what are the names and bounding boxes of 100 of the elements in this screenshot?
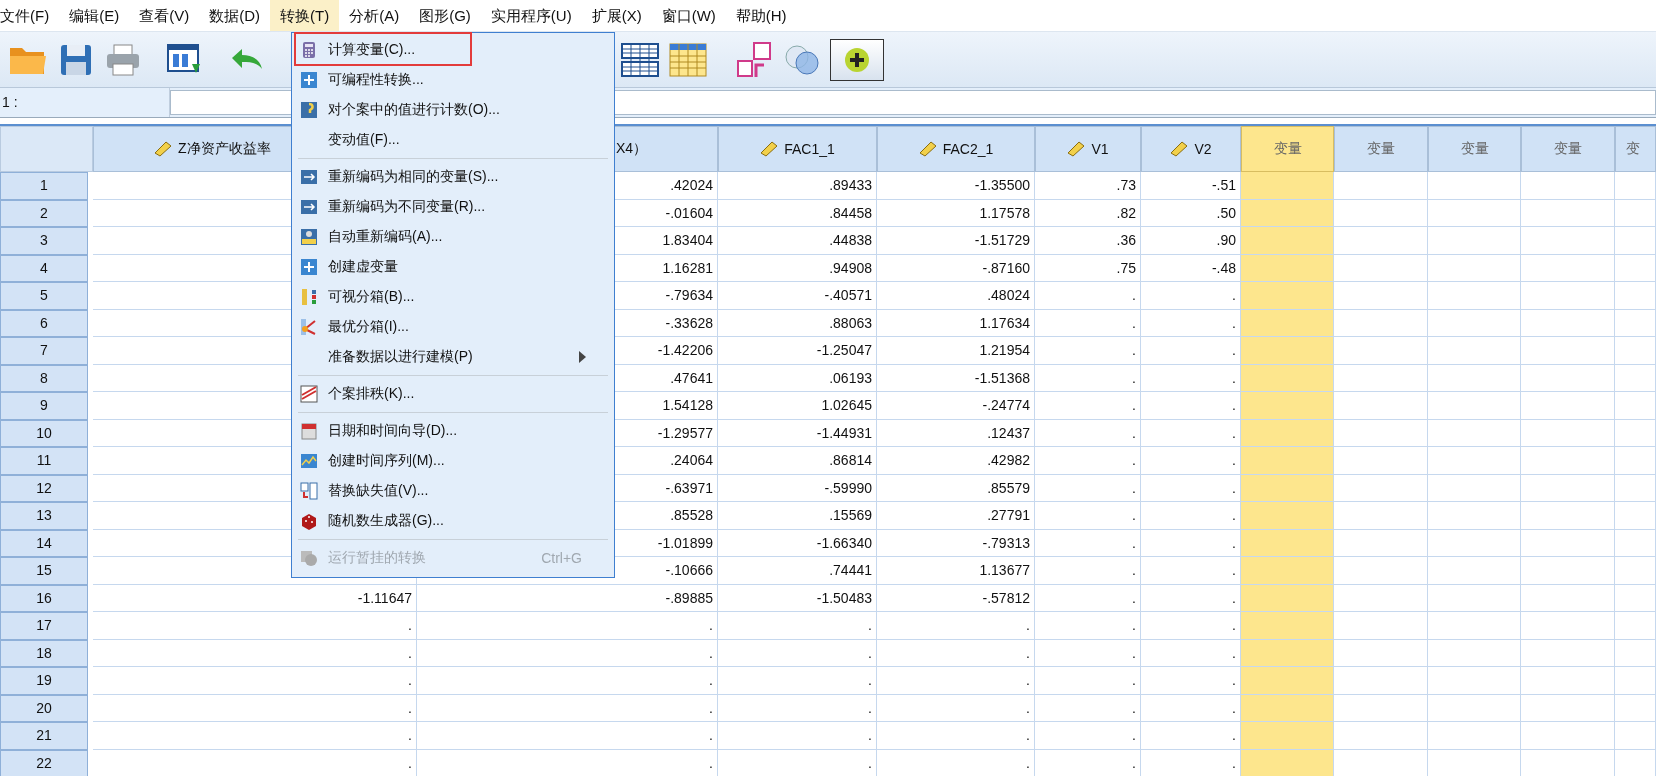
row-number[interactable]: 10 <box>0 419 88 447</box>
table-cell: .36 <box>1035 227 1141 255</box>
table-cell: .06193 <box>718 364 877 392</box>
table-cell: . <box>93 694 417 722</box>
row-number[interactable]: 14 <box>0 529 88 557</box>
table-cell: .94908 <box>718 254 877 282</box>
table-cell: . <box>1035 392 1141 420</box>
row-number[interactable]: 6 <box>0 309 88 337</box>
row-number[interactable]: 8 <box>0 364 88 392</box>
column-header[interactable]: V2 <box>1141 126 1241 172</box>
table-cell: . <box>877 722 1035 750</box>
row-number[interactable]: 2 <box>0 199 88 227</box>
row-number[interactable]: 7 <box>0 337 88 365</box>
menu-item[interactable]: 数据(D) <box>199 0 270 31</box>
table-cell: -.79313 <box>877 529 1035 557</box>
table-cell: . <box>93 667 417 695</box>
calculator-icon <box>300 41 318 59</box>
table-cell: -.57812 <box>877 584 1035 612</box>
table-cell: . <box>718 722 877 750</box>
column-name: V1 <box>1091 141 1109 157</box>
table-cell: -1.66340 <box>718 529 877 557</box>
table-cell: . <box>1035 282 1141 310</box>
table-cell: .12437 <box>877 419 1035 447</box>
value-labels-icon[interactable] <box>734 40 774 79</box>
table-cell: .85579 <box>877 474 1035 502</box>
menu-item[interactable]: 分析(A) <box>339 0 410 31</box>
menu-item[interactable]: 转换(T) <box>270 0 340 31</box>
table-cell: . <box>1035 639 1141 667</box>
table-cell: . <box>718 639 877 667</box>
table-cell: . <box>93 749 417 776</box>
menu-item[interactable]: 文件(F) <box>0 0 60 31</box>
column-name: 变量 <box>1554 140 1582 158</box>
menu-item[interactable]: 扩展(X) <box>581 0 652 31</box>
row-number[interactable]: 4 <box>0 254 88 282</box>
column-header[interactable]: 变量 <box>1241 126 1334 172</box>
row-number[interactable]: 22 <box>0 749 88 776</box>
column-header[interactable]: 变量 <box>1521 126 1615 172</box>
row-number[interactable]: 20 <box>0 694 88 722</box>
row-number[interactable]: 1 <box>0 172 88 200</box>
table-cell: . <box>93 722 417 750</box>
row-number[interactable]: 15 <box>0 557 88 585</box>
column-header[interactable]: 变量 <box>1428 126 1521 172</box>
menu-item[interactable]: 编辑(E) <box>59 0 130 31</box>
row-number[interactable]: 16 <box>0 584 88 612</box>
plus-icon <box>844 46 870 73</box>
column-name: 变量 <box>1367 140 1395 158</box>
menu-item[interactable]: 帮助(H) <box>725 0 797 31</box>
menu-item[interactable]: 计算变量(C)... <box>294 35 612 65</box>
branch-icon <box>300 318 318 336</box>
row-number[interactable]: 21 <box>0 722 88 750</box>
table-cell: . <box>1035 447 1141 475</box>
row-number[interactable]: 11 <box>0 447 88 475</box>
row-number[interactable]: 9 <box>0 392 88 420</box>
table-cell: .42982 <box>877 447 1035 475</box>
table-cell: . <box>93 612 417 640</box>
table-cell: .44838 <box>718 227 877 255</box>
table-cell: . <box>1035 419 1141 447</box>
table-cell: . <box>1035 474 1141 502</box>
column-header[interactable]: 变 <box>1615 126 1656 172</box>
table-cell: .89433 <box>718 172 877 200</box>
column-name: FAC1_1 <box>784 141 835 157</box>
row-number[interactable]: 18 <box>0 639 88 667</box>
table-cell: . <box>877 612 1035 640</box>
table-cell: . <box>718 694 877 722</box>
menu-item[interactable]: 窗口(W) <box>651 0 726 31</box>
column-header[interactable]: FAC1_1 <box>718 126 877 172</box>
row-number[interactable]: 17 <box>0 612 88 640</box>
table-cell: . <box>417 612 718 640</box>
menu-item[interactable]: 可编程性转换... <box>294 65 612 95</box>
column-header[interactable]: V1 <box>1035 126 1141 172</box>
column-header[interactable]: 变量 <box>1334 126 1428 172</box>
row-number[interactable]: 13 <box>0 502 88 530</box>
menu-item[interactable]: 对个案中的值进行计数(O)... <box>294 95 612 125</box>
grid-icon[interactable] <box>620 41 660 78</box>
table-cell: 1.13677 <box>877 557 1035 585</box>
row-number[interactable]: 5 <box>0 282 88 310</box>
table-cell: . <box>877 749 1035 776</box>
table-cell: . <box>1035 529 1141 557</box>
plus-icon <box>300 71 318 89</box>
insert-button[interactable] <box>830 38 884 81</box>
column-name: FAC2_1 <box>942 141 994 157</box>
row-number[interactable]: 12 <box>0 474 88 502</box>
table-cell: . <box>1035 337 1141 365</box>
menu-item[interactable]: 图形(G) <box>409 0 481 31</box>
row-number[interactable]: 19 <box>0 667 88 695</box>
table-icon[interactable] <box>668 41 708 78</box>
column-name: 变量 <box>1273 140 1302 158</box>
menu-item[interactable]: 查看(V) <box>129 0 200 31</box>
table-cell: .88063 <box>718 309 877 337</box>
printer-icon[interactable] <box>104 41 142 78</box>
table-cell: -1.25047 <box>718 337 877 365</box>
column-header[interactable]: FAC2_1 <box>877 126 1035 172</box>
table-cell: . <box>93 639 417 667</box>
table-cell: -1.44931 <box>718 419 877 447</box>
table-cell: . <box>1035 584 1141 612</box>
table-cell: .84458 <box>718 199 877 227</box>
menu-item[interactable]: 实用程序(U) <box>480 0 582 31</box>
calendar-icon <box>300 422 318 440</box>
table-cell: . <box>1035 694 1141 722</box>
row-number[interactable]: 3 <box>0 227 88 255</box>
